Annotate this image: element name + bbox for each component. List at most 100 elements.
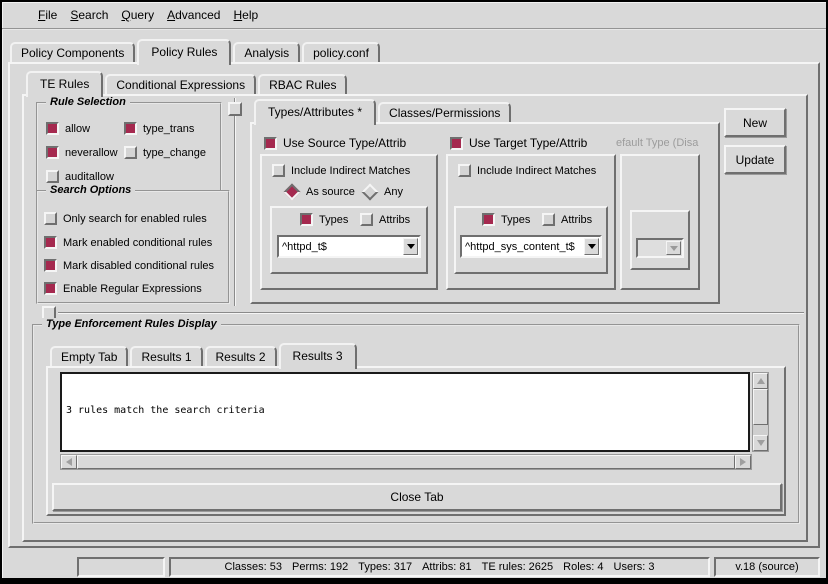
target-frame: Include Indirect Matches Types Attribs ^… — [446, 154, 616, 290]
checkbox-label: Only search for enabled rules — [63, 213, 207, 225]
checkbox-icon — [450, 137, 463, 150]
checkbox-use-source[interactable]: Use Source Type/Attrib — [264, 136, 406, 150]
checkbox-only-enabled[interactable]: Only search for enabled rules — [44, 212, 207, 225]
checkbox-label: type_change — [143, 147, 206, 159]
checkbox-icon — [46, 146, 59, 159]
vertical-sash-handle[interactable] — [228, 102, 242, 116]
tab-results-3[interactable]: Results 3 — [279, 343, 357, 369]
combobox-value: ^httpd_sys_content_t$ — [462, 241, 583, 253]
tab-te-rules[interactable]: TE Rules — [26, 71, 103, 97]
status-bar: Classes: 53 Perms: 192 Types: 317 Attrib… — [2, 554, 826, 580]
checkbox-mark-enabled[interactable]: Mark enabled conditional rules — [44, 236, 212, 249]
checkbox-source-attribs[interactable]: Attribs — [360, 213, 410, 226]
checkbox-regex[interactable]: Enable Regular Expressions — [44, 282, 202, 295]
stat-users: Users: 3 — [614, 561, 655, 573]
stat-te-rules: TE rules: 2625 — [482, 561, 554, 573]
tab-empty[interactable]: Empty Tab — [50, 346, 128, 366]
checkbox-label: Include Indirect Matches — [477, 165, 596, 177]
close-tab-button[interactable]: Close Tab — [52, 483, 782, 511]
source-type-combobox[interactable]: ^httpd_t$ — [277, 235, 421, 258]
source-frame: Include Indirect Matches As source Any T… — [260, 154, 438, 290]
tab-types-attributes[interactable]: Types/Attributes * — [254, 99, 376, 125]
checkbox-target-indirect[interactable]: Include Indirect Matches — [458, 164, 596, 177]
menu-query[interactable]: Query — [121, 8, 154, 22]
checkbox-source-indirect[interactable]: Include Indirect Matches — [272, 164, 410, 177]
horizontal-sash-line — [58, 312, 804, 314]
checkbox-icon — [272, 164, 285, 177]
results-horizontal-scrollbar[interactable] — [60, 454, 752, 470]
checkbox-label: Types — [501, 214, 530, 226]
checkbox-icon — [44, 212, 57, 225]
update-button[interactable]: Update — [724, 145, 786, 174]
dropdown-arrow-icon[interactable] — [584, 238, 599, 255]
tab-rbac-rules[interactable]: RBAC Rules — [258, 74, 347, 94]
target-types-frame: Types Attribs ^httpd_sys_content_t$ — [454, 206, 608, 274]
horizontal-scroll-thumb[interactable] — [77, 455, 735, 469]
checkbox-target-attribs[interactable]: Attribs — [542, 213, 592, 226]
checkbox-label: Mark enabled conditional rules — [63, 237, 212, 249]
checkbox-auditallow[interactable]: auditallow — [46, 170, 114, 183]
checkbox-icon — [46, 170, 59, 183]
menu-advanced[interactable]: Advanced — [167, 8, 220, 22]
checkbox-allow[interactable]: allow — [46, 122, 90, 135]
menu-file[interactable]: File — [38, 8, 57, 22]
new-button[interactable]: New — [724, 108, 786, 137]
tab-conditional-expressions[interactable]: Conditional Expressions — [105, 74, 256, 94]
radio-as-source[interactable]: As source — [284, 186, 355, 198]
default-type-label: efault Type (Disa — [616, 137, 702, 149]
checkbox-icon — [124, 122, 137, 135]
stat-types: Types: 317 — [358, 561, 412, 573]
checkbox-type-change[interactable]: type_change — [124, 146, 206, 159]
tab-policy-rules[interactable]: Policy Rules — [137, 39, 231, 65]
tab-policy-components[interactable]: Policy Components — [10, 42, 135, 62]
vertical-sash-line — [234, 98, 236, 306]
scroll-up-arrow-icon[interactable] — [753, 373, 768, 389]
stat-perms: Perms: 192 — [292, 561, 348, 573]
menu-help[interactable]: Help — [233, 8, 258, 22]
checkbox-label: allow — [65, 123, 90, 135]
results-tabstrip: Empty Tab Results 1 Results 2 Results 3 — [50, 346, 359, 366]
scroll-track[interactable] — [753, 425, 768, 435]
results-summary: 3 rules match the search criteria — [66, 404, 744, 418]
scroll-right-arrow-icon[interactable] — [735, 455, 751, 469]
checkbox-target-types[interactable]: Types — [482, 213, 530, 226]
tab-analysis[interactable]: Analysis — [233, 42, 300, 62]
menu-search[interactable]: Search — [70, 8, 108, 22]
checkbox-use-target[interactable]: Use Target Type/Attrib — [450, 136, 587, 150]
radio-any[interactable]: Any — [362, 186, 403, 198]
tab-policy-conf[interactable]: policy.conf — [302, 42, 380, 62]
scroll-left-arrow-icon[interactable] — [61, 455, 77, 469]
status-stats-panel: Classes: 53 Perms: 192 Types: 317 Attrib… — [169, 557, 710, 577]
checkbox-neverallow[interactable]: neverallow — [46, 146, 118, 159]
apol-window: File Search Query Advanced Help Policy C… — [0, 0, 828, 584]
checkbox-icon — [44, 236, 57, 249]
checkbox-label: Mark disabled conditional rules — [63, 260, 214, 272]
default-type-frame — [620, 154, 700, 290]
checkbox-source-types[interactable]: Types — [300, 213, 348, 226]
checkbox-label: Include Indirect Matches — [291, 165, 410, 177]
checkbox-mark-disabled[interactable]: Mark disabled conditional rules — [44, 259, 214, 272]
tab-results-2[interactable]: Results 2 — [205, 346, 277, 366]
checkbox-icon — [44, 282, 57, 295]
results-vertical-scrollbar[interactable] — [752, 372, 769, 452]
tab-classes-permissions[interactable]: Classes/Permissions — [378, 102, 511, 122]
stat-classes: Classes: 53 — [225, 561, 282, 573]
stat-roles: Roles: 4 — [563, 561, 603, 573]
checkbox-label: Use Source Type/Attrib — [283, 136, 406, 150]
checkbox-icon — [264, 137, 277, 150]
policy-version: v.18 (source) — [735, 561, 798, 573]
target-type-combobox[interactable]: ^httpd_sys_content_t$ — [460, 235, 602, 258]
checkbox-icon — [482, 213, 495, 226]
checkbox-icon — [300, 213, 313, 226]
checkbox-icon — [124, 146, 137, 159]
checkbox-type-trans[interactable]: type_trans — [124, 122, 194, 135]
dropdown-arrow-icon[interactable] — [403, 238, 418, 255]
tab-results-1[interactable]: Results 1 — [130, 346, 202, 366]
checkbox-label: Types — [319, 214, 348, 226]
scroll-down-arrow-icon[interactable] — [753, 435, 768, 451]
default-type-inner-frame — [630, 210, 690, 270]
rules-tabstrip: TE Rules Conditional Expressions RBAC Ru… — [26, 72, 349, 94]
search-options-group: Search Options Only search for enabled r… — [36, 190, 230, 304]
checkbox-label: type_trans — [143, 123, 194, 135]
vertical-scroll-thumb[interactable] — [753, 389, 768, 425]
